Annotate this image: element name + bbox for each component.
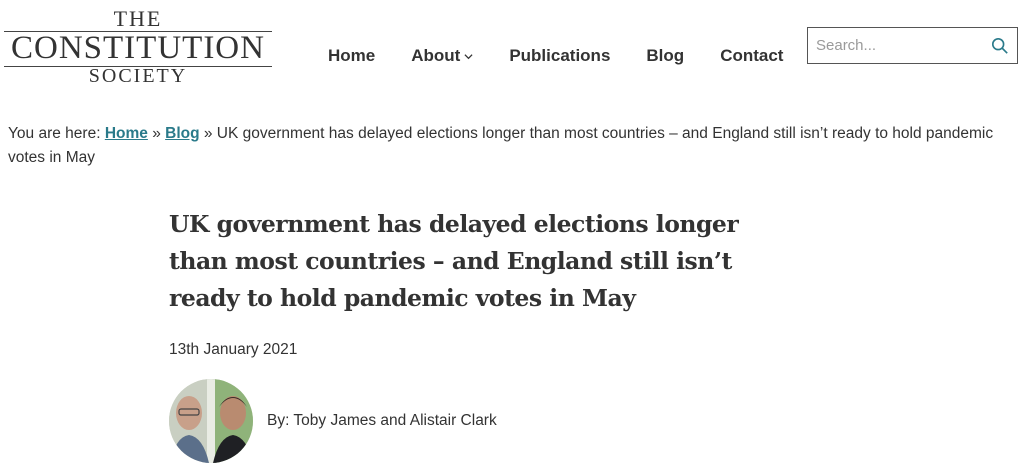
nav-home[interactable]: Home [328, 46, 375, 66]
logo-rule-top [4, 31, 272, 32]
logo-line-society: SOCIETY [88, 65, 188, 87]
breadcrumb-separator: » [147, 125, 166, 142]
search-icon[interactable] [991, 37, 1009, 55]
nav-publications[interactable]: Publications [509, 46, 610, 66]
nav-blog[interactable]: Blog [646, 46, 684, 66]
author-photo [169, 379, 253, 463]
nav-contact-label: Contact [720, 46, 784, 65]
breadcrumb-home-link[interactable]: Home [105, 125, 148, 142]
article-byline: By: Toby James and Alistair Clark [267, 412, 497, 429]
site-logo[interactable]: THE CONSTITUTION SOCIETY [4, 8, 272, 86]
nav-about-label: About [411, 46, 461, 65]
author-block: By: Toby James and Alistair Clark [169, 379, 497, 463]
breadcrumb-separator: » [199, 125, 217, 142]
search-input[interactable] [808, 37, 983, 54]
breadcrumb: You are here: Home » Blog » UK governmen… [8, 122, 1008, 170]
breadcrumb-prefix: You are here: [8, 125, 105, 142]
chevron-down-icon [464, 53, 473, 59]
article-date: 13th January 2021 [169, 341, 298, 358]
nav-home-label: Home [328, 46, 376, 65]
site-header: THE CONSTITUTION SOCIETY Home About Publ… [0, 0, 1024, 100]
logo-line-constitution: CONSTITUTION [11, 30, 265, 66]
search-box [807, 27, 1018, 64]
nav-about[interactable]: About [411, 46, 473, 66]
author-avatar [169, 379, 253, 463]
logo-line-the: THE [113, 6, 163, 31]
logo-rule-bottom [4, 66, 272, 67]
nav-contact[interactable]: Contact [720, 46, 783, 66]
article-title: UK government has delayed elections long… [169, 210, 739, 312]
nav-publications-label: Publications [509, 46, 611, 65]
main-nav: Home About Publications Blog Contact [328, 46, 819, 66]
nav-blog-label: Blog [646, 46, 685, 65]
breadcrumb-blog-link[interactable]: Blog [165, 125, 199, 142]
